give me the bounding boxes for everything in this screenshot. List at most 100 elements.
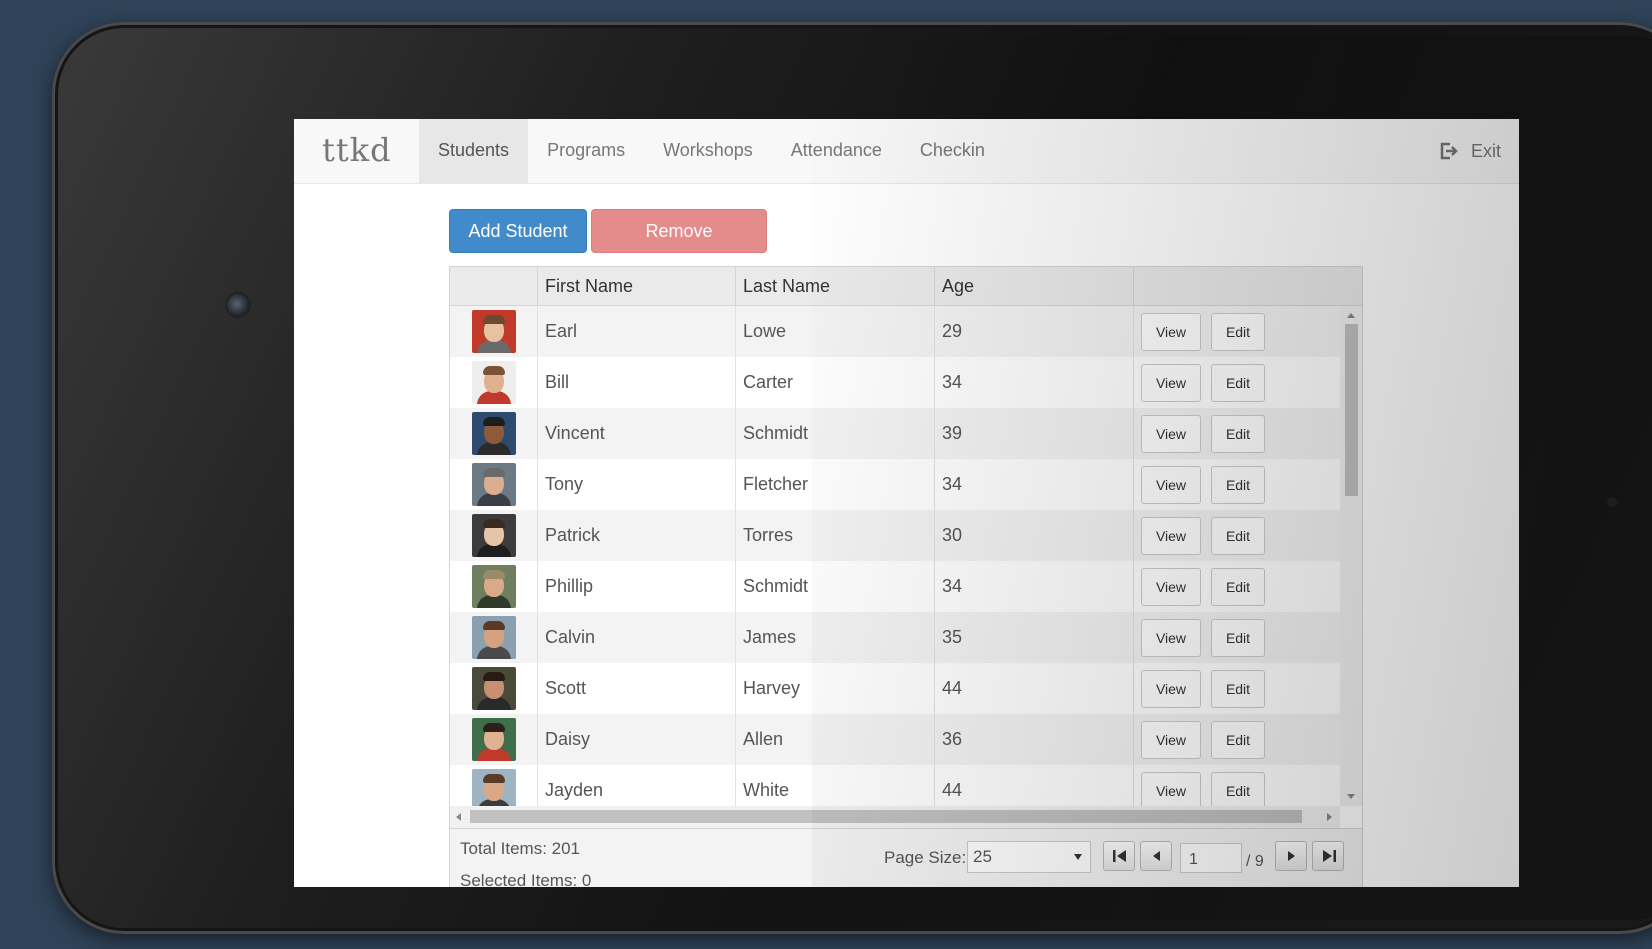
actions-cell: View Edit [1134, 510, 1340, 561]
vertical-scrollbar[interactable] [1340, 306, 1362, 806]
avatar-cell [450, 663, 538, 714]
edit-button[interactable]: Edit [1211, 415, 1265, 453]
avatar [472, 514, 516, 557]
nav-students[interactable]: Students [419, 119, 529, 183]
table-row[interactable]: Phillip Schmidt 34 View Edit [450, 561, 1340, 612]
avatar [472, 616, 516, 659]
edit-button[interactable]: Edit [1211, 466, 1265, 504]
view-button[interactable]: View [1141, 772, 1201, 806]
avatar [472, 769, 516, 806]
page-size-label: Page Size: [884, 848, 967, 867]
scroll-up-icon[interactable] [1347, 313, 1355, 318]
view-button[interactable]: View [1141, 670, 1201, 708]
view-button[interactable]: View [1141, 415, 1201, 453]
last-name-cell: Schmidt [736, 561, 935, 612]
prev-page-button[interactable] [1140, 841, 1172, 871]
table-row[interactable]: Vincent Schmidt 39 View Edit [450, 408, 1340, 459]
table-row[interactable]: Tony Fletcher 34 View Edit [450, 459, 1340, 510]
avatar-cell [450, 612, 538, 663]
table-row[interactable]: Earl Lowe 29 View Edit [450, 306, 1340, 357]
edit-button[interactable]: Edit [1211, 619, 1265, 657]
header-first-name[interactable]: First Name [538, 267, 736, 305]
vertical-scroll-thumb[interactable] [1345, 324, 1358, 496]
header-age[interactable]: Age [935, 267, 1134, 305]
actions-cell: View Edit [1134, 714, 1340, 765]
view-button[interactable]: View [1141, 568, 1201, 606]
avatar [472, 463, 516, 506]
scroll-down-icon[interactable] [1347, 794, 1355, 799]
nav-programs[interactable]: Programs [528, 119, 644, 183]
scroll-right-icon[interactable] [1327, 813, 1332, 821]
table-row[interactable]: Calvin James 35 View Edit [450, 612, 1340, 663]
logout-icon [1440, 142, 1458, 160]
view-button[interactable]: View [1141, 721, 1201, 759]
page-number-input[interactable]: 1 [1180, 843, 1242, 873]
brand-logo[interactable]: ttkd [322, 131, 392, 169]
caret-down-icon [1074, 854, 1082, 860]
add-student-button[interactable]: Add Student [449, 209, 587, 253]
first-name-cell: Jayden [538, 765, 736, 806]
first-name-cell: Tony [538, 459, 736, 510]
first-name-cell: Calvin [538, 612, 736, 663]
edit-button[interactable]: Edit [1211, 670, 1265, 708]
horizontal-scrollbar[interactable] [450, 806, 1340, 828]
age-cell: 44 [935, 663, 1134, 714]
selected-items: Selected Items: 0 [460, 871, 592, 887]
age-cell: 44 [935, 765, 1134, 806]
avatar [472, 718, 516, 761]
header-avatar [450, 267, 538, 305]
next-page-icon [1288, 851, 1295, 861]
view-button[interactable]: View [1141, 517, 1201, 555]
horizontal-scroll-thumb[interactable] [470, 810, 1302, 823]
first-name-cell: Vincent [538, 408, 736, 459]
table-row[interactable]: Patrick Torres 30 View Edit [450, 510, 1340, 561]
last-page-icon [1323, 850, 1336, 862]
avatar [472, 412, 516, 455]
age-cell: 34 [935, 561, 1134, 612]
nav-attendance[interactable]: Attendance [772, 119, 901, 183]
nav-checkin[interactable]: Checkin [901, 119, 1004, 183]
avatar-cell [450, 765, 538, 806]
first-name-cell: Patrick [538, 510, 736, 561]
age-cell: 39 [935, 408, 1134, 459]
last-name-cell: Lowe [736, 306, 935, 357]
prev-page-icon [1153, 851, 1160, 861]
students-grid: First Name Last Name Age Earl Lowe 29 Vi… [449, 266, 1363, 887]
age-cell: 34 [935, 357, 1134, 408]
page-size-select[interactable]: 25 [967, 841, 1091, 873]
edit-button[interactable]: Edit [1211, 568, 1265, 606]
last-name-cell: Allen [736, 714, 935, 765]
table-row[interactable]: Daisy Allen 36 View Edit [450, 714, 1340, 765]
edit-button[interactable]: Edit [1211, 772, 1265, 806]
actions-cell: View Edit [1134, 408, 1340, 459]
last-page-button[interactable] [1312, 841, 1344, 871]
edit-button[interactable]: Edit [1211, 364, 1265, 402]
avatar [472, 310, 516, 353]
exit-link[interactable]: Exit [1437, 119, 1501, 183]
table-row[interactable]: Scott Harvey 44 View Edit [450, 663, 1340, 714]
view-button[interactable]: View [1141, 466, 1201, 504]
age-cell: 35 [935, 612, 1134, 663]
scroll-left-icon[interactable] [456, 813, 461, 821]
remove-selected-button[interactable]: Remove Selected [591, 209, 767, 283]
header-last-name[interactable]: Last Name [736, 267, 935, 305]
edit-button[interactable]: Edit [1211, 517, 1265, 555]
view-button[interactable]: View [1141, 313, 1201, 351]
edit-button[interactable]: Edit [1211, 721, 1265, 759]
age-cell: 29 [935, 306, 1134, 357]
view-button[interactable]: View [1141, 619, 1201, 657]
first-page-icon [1113, 850, 1126, 862]
next-page-button[interactable] [1275, 841, 1307, 871]
nav-workshops[interactable]: Workshops [644, 119, 772, 183]
table-row[interactable]: Bill Carter 34 View Edit [450, 357, 1340, 408]
first-name-cell: Bill [538, 357, 736, 408]
table-row[interactable]: Jayden White 44 View Edit [450, 765, 1340, 806]
first-page-button[interactable] [1103, 841, 1135, 871]
actions-cell: View Edit [1134, 612, 1340, 663]
actions-cell: View Edit [1134, 765, 1340, 806]
age-cell: 34 [935, 459, 1134, 510]
actions-cell: View Edit [1134, 561, 1340, 612]
view-button[interactable]: View [1141, 364, 1201, 402]
navbar: ttkd Students Programs Workshops Attenda… [294, 119, 1519, 184]
edit-button[interactable]: Edit [1211, 313, 1265, 351]
